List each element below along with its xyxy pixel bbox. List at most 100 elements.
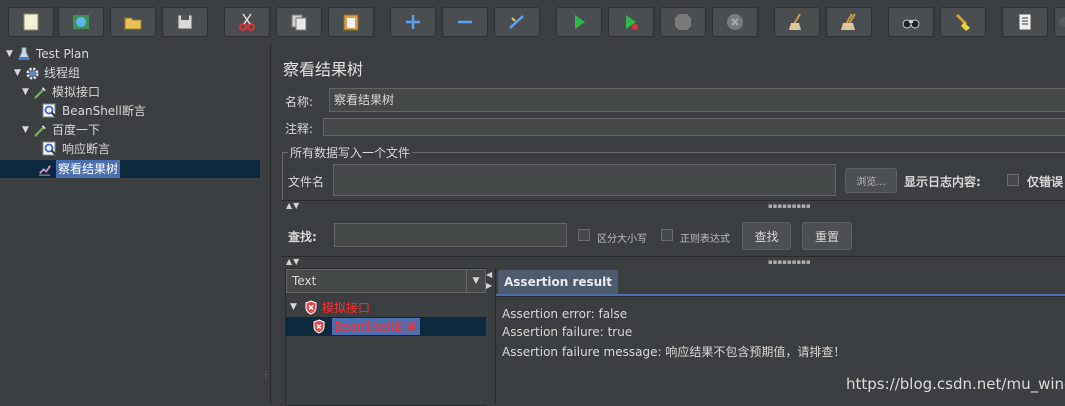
clear-all-icon (841, 13, 856, 30)
log-content-label: 显示日志内容: (904, 175, 981, 189)
cut-button[interactable] (224, 7, 270, 37)
splitter-right-arrow-icon[interactable]: ▶ (486, 281, 492, 290)
clear-all-button[interactable] (826, 7, 872, 37)
tree-node-thread-group[interactable]: ▼ 线程组 (14, 64, 80, 82)
tree-node-baidu[interactable]: ▼ 百度一下 (22, 121, 100, 139)
magnifier-icon (42, 141, 58, 157)
stop-button[interactable] (660, 7, 706, 37)
assertion-line: Assertion failure message: 响应结果不包含预期值，请排… (502, 345, 846, 359)
paste-icon (343, 14, 359, 31)
dropdown-arrow-icon[interactable]: ▼ (466, 270, 485, 292)
results-splitter[interactable]: ◀ ▶ (486, 268, 494, 404)
comment-field[interactable] (323, 118, 1065, 136)
new-button[interactable] (8, 7, 54, 37)
splitter-left-arrow-icon[interactable]: ◀ (486, 270, 492, 279)
open-icon (124, 17, 142, 30)
tree-node-label: 响应断言 (62, 142, 111, 156)
tree-node-mock-api[interactable]: ▼ 模拟接口 (22, 83, 100, 101)
page-title: 察看结果树 (283, 60, 364, 79)
clear-button[interactable] (774, 7, 820, 37)
function-helper-button[interactable] (1002, 7, 1048, 37)
name-field[interactable]: 察看结果树 (329, 88, 1065, 112)
reset-search-button[interactable] (940, 7, 986, 37)
pipette-icon (32, 122, 48, 138)
name-label: 名称: (285, 95, 314, 109)
toggle-icon (509, 15, 524, 29)
expand-arrow-icon[interactable]: ▼ (22, 121, 32, 139)
sample-node-beanshell-assert[interactable]: BeanShell断言 (312, 317, 420, 335)
tree-node-view-results-tree[interactable]: 察看结果树 (36, 160, 121, 178)
find-button[interactable]: 查找 (742, 222, 791, 250)
expand-arrow-icon[interactable]: ▼ (22, 83, 32, 101)
tree-node-label: 线程组 (44, 66, 81, 80)
error-shield-icon (312, 318, 332, 334)
splitter-middle[interactable]: ▲▼ ▪▪▪▪▪▪▪▪▪ (282, 256, 1065, 267)
copy-icon (291, 14, 307, 31)
tab-assertion-result[interactable]: Assertion result (498, 270, 619, 294)
save-button[interactable] (162, 7, 208, 37)
tree-node-response-assert[interactable]: 响应断言 (42, 140, 110, 158)
templates-button[interactable] (58, 7, 104, 37)
flask-icon (16, 46, 32, 62)
filename-label: 文件名 (288, 175, 325, 189)
expand-arrow-icon[interactable]: ▼ (14, 64, 24, 82)
expand-arrow-icon[interactable]: ▼ (290, 302, 304, 312)
save-icon (177, 14, 193, 30)
expand-arrow-icon[interactable]: ▼ (6, 45, 16, 63)
browse-button[interactable]: 浏览... (845, 168, 897, 193)
tree-splitter-grip-icon: ⋮ (262, 370, 270, 379)
tree-node-label: BeanShell断言 (62, 104, 146, 118)
start-no-pause-button[interactable] (608, 7, 654, 37)
case-sensitive-label: 区分大小写 (597, 234, 647, 245)
open-button[interactable] (110, 7, 156, 37)
comment-label: 注释: (285, 122, 314, 136)
sample-label: BeanShell断言 (332, 317, 420, 335)
shutdown-button[interactable] (712, 7, 758, 37)
toggle-button[interactable] (494, 7, 540, 37)
collapse-icon (458, 20, 472, 24)
tree-node-test-plan[interactable]: ▼ Test Plan (6, 45, 89, 63)
errors-only-checkbox[interactable] (1007, 174, 1019, 186)
assertion-line: Assertion error: false (502, 307, 628, 321)
expand-icon (406, 15, 420, 29)
test-plan-tree: ▼ Test Plan ▼ 线程组 ▼ 模拟接口 BeanShell断言 ▼ 百… (0, 44, 263, 404)
error-shield-icon (304, 299, 322, 315)
copy-button[interactable] (276, 7, 322, 37)
tree-node-label: 模拟接口 (52, 85, 101, 99)
collapse-button[interactable] (442, 7, 488, 37)
search-button[interactable] (888, 7, 934, 37)
renderer-value: Text (292, 274, 317, 288)
chart-icon (36, 161, 52, 177)
paste-button[interactable] (328, 7, 374, 37)
pipette-icon (32, 84, 48, 100)
case-sensitive-checkbox[interactable] (578, 229, 590, 241)
expand-button[interactable] (390, 7, 436, 37)
watermark: https://blog.csdn.net/mu_wind (846, 375, 1065, 393)
regex-checkbox[interactable] (661, 229, 673, 241)
filename-field[interactable] (333, 164, 836, 196)
renderer-select[interactable]: Text ▼ (286, 269, 486, 293)
search-label: 查找: (288, 230, 317, 244)
toolbar (0, 0, 1065, 45)
help-button[interactable] (1054, 7, 1065, 37)
splitter-arrows-icon[interactable]: ▲▼ (286, 257, 300, 266)
reset-button[interactable]: 重置 (802, 222, 852, 250)
sample-node-mock-api[interactable]: ▼ 模拟接口 (290, 298, 370, 316)
start-button[interactable] (556, 7, 602, 37)
splitter-grip-icon: ▪▪▪▪▪▪▪▪▪ (768, 202, 811, 210)
splitter-top[interactable]: ▲▼ ▪▪▪▪▪▪▪▪▪ (282, 200, 1065, 211)
tree-node-beanshell-assert[interactable]: BeanShell断言 (42, 102, 146, 120)
cut-icon (239, 13, 255, 31)
magnifier-icon (42, 103, 58, 119)
errors-only-label: 仅错误 (1027, 175, 1064, 189)
start-icon (575, 15, 585, 29)
stop-icon (675, 14, 691, 30)
search-input[interactable] (334, 223, 567, 247)
templates-icon (73, 15, 89, 29)
splitter-arrows-icon[interactable]: ▲▼ (286, 201, 300, 210)
shutdown-icon (727, 14, 743, 30)
help-icon (1059, 17, 1065, 27)
tree-splitter[interactable] (262, 44, 271, 404)
tree-node-label: 察看结果树 (56, 160, 121, 178)
regex-label: 正则表达式 (680, 234, 730, 245)
